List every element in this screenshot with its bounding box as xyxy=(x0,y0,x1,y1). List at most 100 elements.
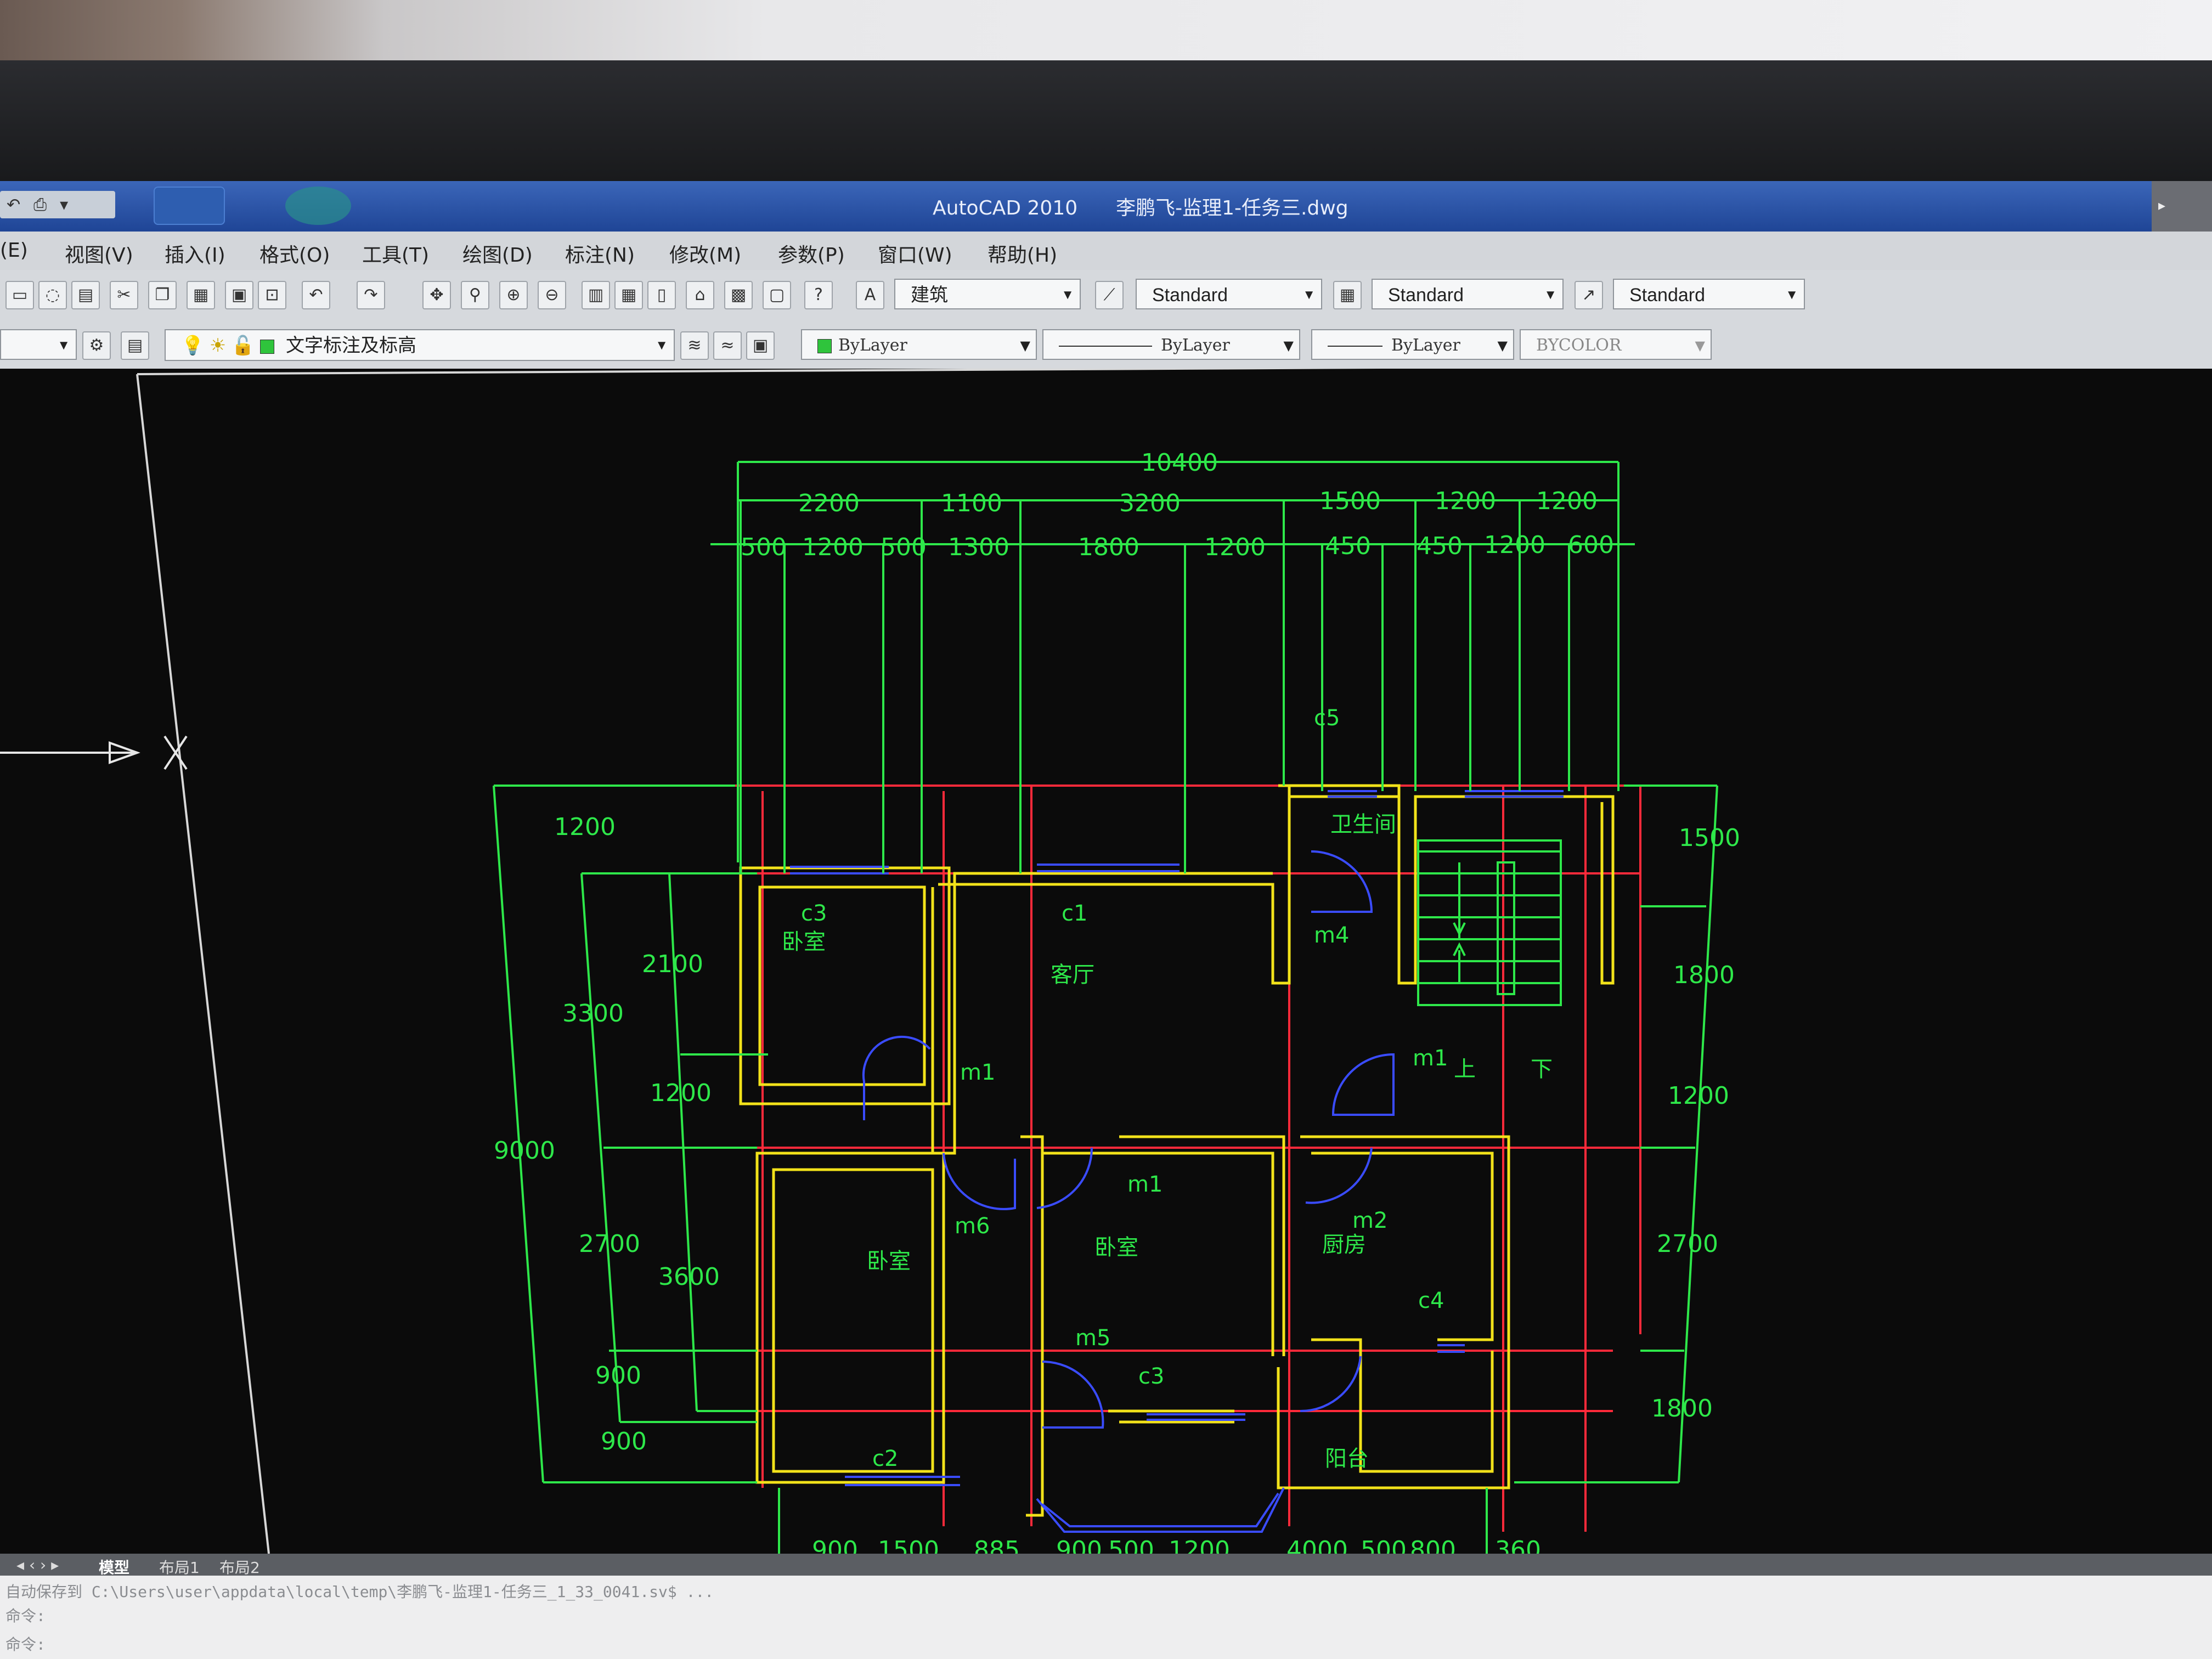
open-icon[interactable]: ▭ xyxy=(5,281,34,309)
color-select[interactable]: ByLayer ▼ xyxy=(801,329,1037,360)
menu-insert[interactable]: 插入(I) xyxy=(165,239,225,268)
dropdown-icon[interactable]: ▾ xyxy=(60,195,68,215)
publish-icon[interactable]: ◌ xyxy=(38,281,67,309)
text-style-select[interactable]: 建筑 ▼ xyxy=(894,279,1081,309)
room-bedroom-2: 卧室 xyxy=(867,1249,911,1274)
layer-previous-icon[interactable]: ≈ xyxy=(713,331,742,360)
workspace-settings-icon[interactable]: ⚙ xyxy=(82,331,111,360)
viewport-border-top xyxy=(137,362,2212,375)
undo-icon[interactable]: ↶ xyxy=(302,281,330,309)
dim-top-3: 500 xyxy=(741,533,787,561)
menu-tools[interactable]: 工具(T) xyxy=(362,239,429,268)
chevron-down-icon: ▼ xyxy=(57,338,70,353)
zoom-window-icon[interactable]: ⊕ xyxy=(499,281,528,309)
match-properties-icon[interactable]: ▣ xyxy=(225,281,253,309)
quick-access-toolbar[interactable]: ↶ ⎙ ▾ xyxy=(0,191,115,218)
dim-top-3: 1300 xyxy=(948,533,1009,561)
plotstyle-select[interactable]: BYCOLOR ▼ xyxy=(1520,329,1712,360)
menu-help[interactable]: 帮助(H) xyxy=(988,239,1057,268)
redo-icon[interactable]: ↷ xyxy=(357,281,385,309)
tab-model[interactable]: 模型 xyxy=(99,1556,129,1578)
dim-style-select[interactable]: Standard ▼ xyxy=(1136,279,1322,309)
dim-left-mid: 900 xyxy=(595,1362,641,1390)
tab-nav-arrows[interactable]: ◂ ‹ › ▸ xyxy=(16,1556,59,1574)
calculator-icon[interactable]: ▢ xyxy=(763,281,791,309)
linetype-select[interactable]: ByLayer ▼ xyxy=(1042,329,1300,360)
side-arrow-icon: ▸ xyxy=(2158,198,2166,214)
multileader-style-select[interactable]: Standard ▼ xyxy=(1613,279,1805,309)
taskbar-app-icon[interactable] xyxy=(154,187,225,225)
menu-edit[interactable]: (E) xyxy=(0,239,28,262)
door-label: m1 xyxy=(1127,1172,1163,1197)
window-label: c5 xyxy=(1314,706,1340,731)
chevron-down-icon: ▼ xyxy=(1785,287,1798,302)
layer-states-icon[interactable]: ▣ xyxy=(746,331,775,360)
dim-right: 1500 xyxy=(1679,824,1740,852)
dim-bottom-1: 800 xyxy=(1410,1536,1456,1554)
taskbar-app-icon-2[interactable] xyxy=(285,187,351,225)
lineweight-select[interactable]: ByLayer ▼ xyxy=(1311,329,1514,360)
floor-plan-drawing: 10400 2200 1100 3200 1500 1200 1200 500 … xyxy=(0,362,2212,1601)
plotstyle-value: BYCOLOR xyxy=(1536,336,1622,355)
markup-icon[interactable]: ▩ xyxy=(724,281,753,309)
command-line[interactable]: 自动保存到 C:\Users\user\appdata\local\temp\李… xyxy=(0,1576,2212,1659)
layers-toolbar: ▼ ⚙ ▤ 💡 ☀ 🔓 文字标注及标高 ▼ ≋ ≈ ▣ ByLayer ▼ ByL… xyxy=(0,319,2212,370)
windows xyxy=(790,790,1564,1533)
dim-right: 2700 xyxy=(1657,1230,1718,1258)
table-style-select[interactable]: Standard ▼ xyxy=(1372,279,1564,309)
room-bedroom-3: 卧室 xyxy=(1094,1235,1138,1260)
stair-up-label: 上 xyxy=(1454,1057,1476,1082)
sun-icon: ☀ xyxy=(209,335,227,356)
pan-icon[interactable]: ✥ xyxy=(422,281,451,309)
menu-view[interactable]: 视图(V) xyxy=(65,239,133,268)
tool-palettes-icon[interactable]: ▯ xyxy=(647,281,676,309)
standard-toolbar: ▭ ◌ ▤ ✂ ❐ ▦ ▣ ⊡ ↶ ↷ ✥ ⚲ ⊕ ⊖ ▥ ▦ ▯ ⌂ ▩ ▢ … xyxy=(0,270,2212,320)
drawing-canvas[interactable]: 10400 2200 1100 3200 1500 1200 1200 500 … xyxy=(0,362,2212,1601)
tab-layout2[interactable]: 布局2 xyxy=(219,1556,260,1578)
help-icon[interactable]: ? xyxy=(804,281,833,309)
make-current-icon[interactable]: ≋ xyxy=(680,331,709,360)
multileader-style-icon[interactable]: ↗ xyxy=(1575,281,1603,309)
command-prompt[interactable]: 命令: xyxy=(5,1633,46,1655)
table-style-icon[interactable]: ▦ xyxy=(1333,281,1362,309)
menu-draw[interactable]: 绘图(D) xyxy=(462,239,533,268)
dim-top-3: 1200 xyxy=(1484,531,1545,559)
print-icon[interactable]: ⎙ xyxy=(33,195,47,215)
zoom-previous-icon[interactable]: ⊖ xyxy=(538,281,566,309)
workspace-select[interactable]: ▼ xyxy=(0,329,77,360)
sheet-set-icon[interactable]: ⌂ xyxy=(686,281,714,309)
dim-top-2: 1200 xyxy=(1435,487,1496,515)
room-kitchen: 厨房 xyxy=(1322,1232,1366,1257)
dim-style-icon[interactable]: ⟋ xyxy=(1095,281,1124,309)
window-side-tab[interactable]: ▸ xyxy=(2152,181,2212,232)
design-center-icon[interactable]: ▦ xyxy=(614,281,643,309)
layer-select[interactable]: 💡 ☀ 🔓 文字标注及标高 ▼ xyxy=(165,329,675,361)
properties-icon[interactable]: ▥ xyxy=(582,281,610,309)
menu-modify[interactable]: 修改(M) xyxy=(669,239,741,268)
copy-icon[interactable]: ❐ xyxy=(148,281,177,309)
cut-icon[interactable]: ✂ xyxy=(110,281,138,309)
linetype-preview xyxy=(1059,346,1152,347)
block-editor-icon[interactable]: ⊡ xyxy=(258,281,286,309)
zoom-realtime-icon[interactable]: ⚲ xyxy=(461,281,489,309)
window-label: c3 xyxy=(1138,1364,1164,1389)
paste-icon[interactable]: ▦ xyxy=(187,281,215,309)
menu-dimension[interactable]: 标注(N) xyxy=(565,239,635,268)
tab-layout1[interactable]: 布局1 xyxy=(159,1556,200,1578)
color-swatch xyxy=(817,339,832,353)
layer-properties-icon[interactable]: ▤ xyxy=(121,331,149,360)
chevron-down-icon: ▼ xyxy=(655,338,668,353)
chevron-down-icon: ▼ xyxy=(1302,287,1316,302)
room-living-room: 客厅 xyxy=(1051,962,1094,988)
text-style-icon[interactable]: A xyxy=(856,281,884,309)
menu-parametric[interactable]: 参数(P) xyxy=(778,239,845,268)
lightbulb-icon: 💡 xyxy=(181,335,205,356)
dim-top-3: 1200 xyxy=(802,533,864,561)
room-balcony: 阳台 xyxy=(1325,1446,1369,1471)
dimension-lines xyxy=(493,461,1718,1565)
chevron-down-icon: ▼ xyxy=(1544,287,1557,302)
menu-window[interactable]: 窗口(W) xyxy=(878,239,952,268)
menu-format[interactable]: 格式(O) xyxy=(259,239,330,268)
plot-icon[interactable]: ▤ xyxy=(71,281,100,309)
undo-icon[interactable]: ↶ xyxy=(7,195,20,215)
